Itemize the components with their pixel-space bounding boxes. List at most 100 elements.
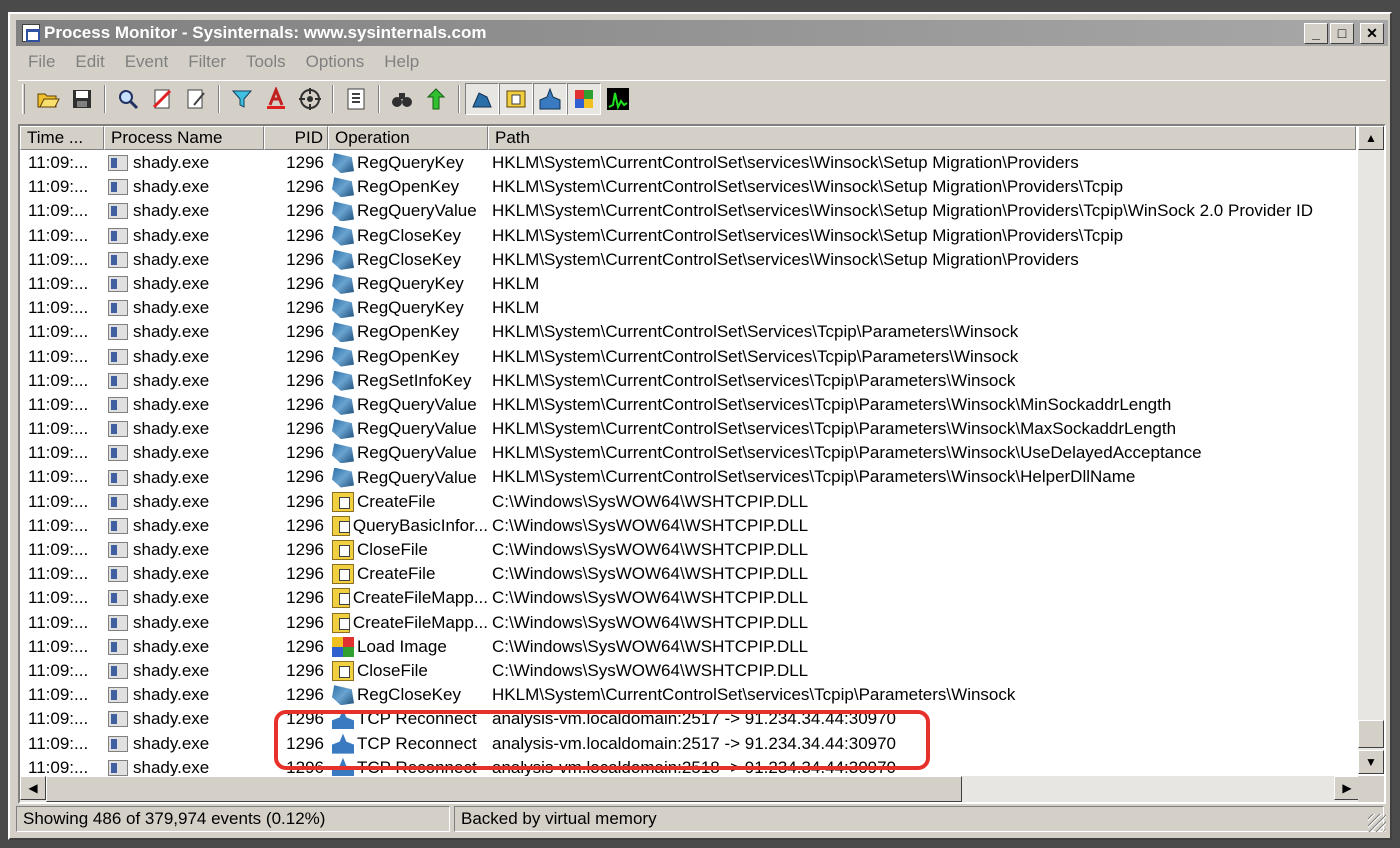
table-row[interactable]: 11:09:... shady.exe 1296 RegQueryValue HKLM\…	[20, 199, 1356, 223]
row-time: 11:09:...	[28, 588, 89, 608]
title-bar[interactable]: Process Monitor - Sysinternals: www.sysi…	[16, 20, 1388, 46]
row-path: HKLM\System\CurrentControlSet\services\T…	[492, 685, 1016, 705]
table-row[interactable]: 11:09:... shady.exe 1296 CreateFileMapp... C…	[20, 611, 1356, 635]
highlight-icon[interactable]	[259, 83, 293, 115]
jump-icon[interactable]	[419, 83, 453, 115]
minimize-button[interactable]: _	[1304, 23, 1328, 44]
registry-operation-icon	[332, 419, 354, 440]
horizontal-scrollbar[interactable]: ◀ ▶	[20, 776, 1360, 802]
toolbar-separator	[218, 84, 220, 113]
resize-grip[interactable]	[1368, 814, 1386, 832]
table-row[interactable]: 11:09:... shady.exe 1296 CloseFile C:\Window…	[20, 538, 1356, 562]
row-process-name: shady.exe	[133, 177, 210, 197]
table-row[interactable]: 11:09:... shady.exe 1296 RegCloseKey HKLM\Sy…	[20, 248, 1356, 272]
close-button[interactable]: ✕	[1360, 23, 1384, 44]
event-list[interactable]: Time ... Process Name PID Operation Path…	[18, 124, 1386, 804]
registry-operation-icon	[332, 467, 354, 488]
row-process-name: shady.exe	[133, 709, 210, 729]
row-operation: Load Image	[328, 635, 488, 659]
column-pid[interactable]: PID	[264, 126, 328, 150]
table-row[interactable]: 11:09:... shady.exe 1296 RegOpenKey HKLM\Sys…	[20, 320, 1356, 344]
row-operation: RegQueryKey	[328, 272, 488, 296]
table-row[interactable]: 11:09:... shady.exe 1296 RegCloseKey HKLM\Sy…	[20, 683, 1356, 707]
menu-edit[interactable]: Edit	[65, 50, 114, 74]
vertical-scrollbar[interactable]: ▲ ▼	[1358, 126, 1384, 774]
scroll-up-button[interactable]: ▲	[1358, 126, 1384, 150]
row-pid: 1296	[286, 612, 324, 632]
table-row[interactable]: 11:09:... shady.exe 1296 CreateFile C:\Windo…	[20, 562, 1356, 586]
tree-icon[interactable]	[339, 83, 373, 115]
vertical-scroll-thumb[interactable]	[1358, 720, 1384, 748]
table-row[interactable]: 11:09:... shady.exe 1296 Load Image C:\Windo…	[20, 635, 1356, 659]
horizontal-scroll-thumb[interactable]	[46, 776, 962, 802]
row-pid: 1296	[286, 153, 324, 172]
profiling-icon[interactable]	[601, 83, 635, 115]
row-time: 11:09:...	[28, 370, 89, 390]
row-process: shady.exe	[104, 683, 264, 707]
maximize-button[interactable]: □	[1330, 23, 1354, 44]
network-activity-icon[interactable]	[533, 82, 567, 115]
file-operation-icon	[332, 540, 354, 561]
menu-help[interactable]: Help	[374, 50, 429, 74]
registry-operation-icon	[332, 394, 354, 415]
process-icon	[108, 300, 128, 317]
autoscroll-icon[interactable]	[145, 83, 179, 115]
registry-activity-icon[interactable]	[465, 82, 499, 115]
filter-icon[interactable]	[225, 83, 259, 115]
column-process-name[interactable]: Process Name	[104, 126, 264, 150]
process-icon	[108, 590, 128, 607]
table-row[interactable]: 11:09:... shady.exe 1296 RegQueryValue HKLM\…	[20, 417, 1356, 441]
file-activity-icon[interactable]	[499, 82, 533, 115]
find-icon[interactable]	[385, 83, 419, 115]
column-time[interactable]: Time ...	[20, 126, 104, 150]
table-row[interactable]: 11:09:... shady.exe 1296 CreateFileMapp... C…	[20, 586, 1356, 610]
row-time: 11:09:...	[28, 201, 89, 221]
process-icon	[108, 227, 128, 244]
row-process: shady.exe	[104, 611, 264, 635]
column-path[interactable]: Path	[488, 126, 1356, 150]
menu-options[interactable]: Options	[296, 50, 375, 74]
row-operation-name: RegOpenKey	[357, 346, 460, 366]
magnify-icon[interactable]	[111, 83, 145, 115]
table-row[interactable]: 11:09:... shady.exe 1296 RegOpenKey HKLM\Sys…	[20, 345, 1356, 369]
table-row[interactable]: 11:09:... shady.exe 1296 RegQueryKey HKLM	[20, 272, 1356, 296]
table-row[interactable]: 11:09:... shady.exe 1296 CreateFile C:\Windo…	[20, 490, 1356, 514]
row-pid: 1296	[286, 636, 324, 656]
menu-file[interactable]: File	[18, 50, 65, 74]
table-row[interactable]: 11:09:... shady.exe 1296 CloseFile C:\Window…	[20, 659, 1356, 683]
menu-event[interactable]: Event	[115, 50, 178, 74]
table-row[interactable]: 11:09:... shady.exe 1296 RegQueryValue HKLM\…	[20, 393, 1356, 417]
row-process-name: shady.exe	[133, 249, 210, 269]
row-operation: CreateFileMapp...	[328, 611, 488, 635]
scroll-right-button[interactable]: ▶	[1334, 776, 1360, 800]
row-pid: 1296	[286, 273, 324, 293]
file-operation-icon	[332, 612, 350, 633]
row-time: 11:09:...	[28, 564, 89, 584]
file-operation-icon	[332, 661, 354, 682]
target-icon[interactable]	[293, 83, 327, 115]
open-icon[interactable]	[31, 83, 65, 115]
save-icon[interactable]	[65, 83, 99, 115]
row-operation: CreateFile	[328, 490, 488, 514]
process-icon	[108, 445, 128, 462]
menu-tools[interactable]: Tools	[236, 50, 296, 74]
row-operation: RegCloseKey	[328, 683, 488, 707]
scroll-down-button[interactable]: ▼	[1358, 750, 1384, 774]
table-row[interactable]: 11:09:... shady.exe 1296 RegQueryKey HKLM\Sy…	[20, 151, 1356, 175]
table-row[interactable]: 11:09:... shady.exe 1296 RegQueryValue HKLM\…	[20, 465, 1356, 489]
clear-icon[interactable]	[179, 83, 213, 115]
table-row[interactable]: 11:09:... shady.exe 1296 RegSetInfoKey HKLM\…	[20, 369, 1356, 393]
row-path: HKLM\System\CurrentControlSet\services\W…	[492, 225, 1124, 245]
table-row[interactable]: 11:09:... shady.exe 1296 QueryBasicInfor...…	[20, 514, 1356, 538]
menu-filter[interactable]: Filter	[178, 50, 236, 74]
table-row[interactable]: 11:09:... shady.exe 1296 RegCloseKey HKLM\Sy…	[20, 224, 1356, 248]
process-activity-icon[interactable]	[567, 82, 601, 115]
process-icon	[108, 493, 128, 510]
table-row[interactable]: 11:09:... shady.exe 1296 RegOpenKey HKLM\Sys…	[20, 175, 1356, 199]
scroll-left-button[interactable]: ◀	[20, 776, 46, 800]
table-row[interactable]: 11:09:... shady.exe 1296 RegQueryKey HKLM	[20, 296, 1356, 320]
column-operation[interactable]: Operation	[328, 126, 488, 150]
row-process-name: shady.exe	[133, 685, 210, 705]
table-row[interactable]: 11:09:... shady.exe 1296 RegQueryValue HKLM\…	[20, 441, 1356, 465]
process-icon	[108, 372, 128, 389]
